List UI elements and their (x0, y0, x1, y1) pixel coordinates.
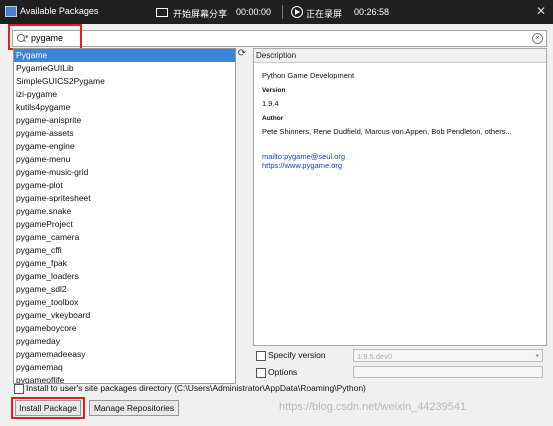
package-list-items: Pygame PygameGUILib SimpleGUICS2Pygame izi-… (14, 49, 235, 383)
search-input[interactable]: ▾ pygame × (12, 30, 547, 47)
list-item[interactable]: pygame-engine (14, 140, 235, 153)
window-title: Available Packages (20, 6, 99, 16)
recording-status-label: 正在录屏 (306, 9, 343, 19)
search-highlight-annotation (8, 24, 82, 50)
list-item[interactable]: pygame.snake (14, 205, 235, 218)
homepage-link[interactable]: https://www.pygame.org (262, 161, 342, 170)
manage-repositories-button[interactable]: Manage Repositories (89, 400, 179, 416)
watermark: https://blog.csdn.net/weixin_44239541 (279, 401, 467, 413)
list-item[interactable]: pygame-plot (14, 179, 235, 192)
list-item[interactable]: pygame_camera (14, 231, 235, 244)
title-bar: Available Packages 开始屏幕分享 00:00:00 正在录屏 … (0, 0, 553, 24)
install-user-checkbox[interactable] (14, 384, 24, 394)
list-item[interactable]: pygame_toolbox (14, 296, 235, 309)
list-item[interactable]: PygameGUILib (14, 62, 235, 75)
options-checkbox[interactable] (256, 368, 266, 378)
refresh-icon[interactable]: ⟳ (236, 48, 248, 60)
screen-share-label[interactable]: 开始屏幕分享 (173, 7, 227, 20)
list-item[interactable]: pygameday (14, 335, 235, 348)
list-item[interactable]: pygame-music-grid (14, 166, 235, 179)
list-item[interactable]: pygame_cffi (14, 244, 235, 257)
list-item[interactable]: pygame-assets (14, 127, 235, 140)
screen-share-icon[interactable] (156, 8, 168, 17)
version-select-value: 1.9.5.dev0 (357, 352, 393, 361)
list-item[interactable]: pygame-spritesheet (14, 192, 235, 205)
options-field[interactable] (353, 366, 543, 378)
share-timer: 00:00:00 (236, 7, 272, 17)
install-highlight-annotation (11, 397, 85, 419)
recording-timer: 00:26:58 (354, 7, 390, 17)
close-icon[interactable]: ✕ (536, 4, 546, 18)
recording-play-icon[interactable] (291, 6, 303, 18)
recording-divider (282, 5, 283, 19)
author-value: Pete Shinners, Rene Dudfield, Marcus von… (262, 127, 512, 136)
list-item[interactable]: pygame_vkeyboard (14, 309, 235, 322)
description-panel: Description Python Game Development Vers… (253, 48, 547, 346)
package-summary: Python Game Development (262, 71, 355, 80)
author-heading: Author (262, 115, 284, 122)
list-item[interactable]: pygameProject (14, 218, 235, 231)
list-item[interactable]: pygameboycore (14, 322, 235, 335)
clear-search-icon[interactable]: × (532, 33, 543, 44)
list-item[interactable]: Pygame (14, 49, 235, 62)
chevron-down-icon[interactable]: ▾ (535, 350, 539, 363)
list-item[interactable]: pygame_sdl2 (14, 283, 235, 296)
list-item[interactable]: pygamemadeeasy (14, 348, 235, 361)
specify-version-label[interactable]: Specify version (268, 350, 326, 360)
list-item[interactable]: pygame_loaders (14, 270, 235, 283)
list-item[interactable]: pygame-menu (14, 153, 235, 166)
list-item[interactable]: pygame-anisprite (14, 114, 235, 127)
list-item[interactable]: pygamemaq (14, 361, 235, 374)
version-value: 1.9.4 (262, 99, 279, 108)
specify-version-checkbox[interactable] (256, 351, 266, 361)
package-list[interactable]: Pygame PygameGUILib SimpleGUICS2Pygame izi-… (13, 48, 236, 384)
list-item[interactable]: SimpleGUICS2Pygame (14, 75, 235, 88)
version-select[interactable]: 1.9.5.dev0 ▾ (353, 349, 543, 362)
app-icon (5, 6, 17, 17)
list-item[interactable]: pygame_fpak (14, 257, 235, 270)
description-header: Description (254, 49, 546, 63)
list-item[interactable]: kutils4pygame (14, 101, 235, 114)
version-heading: Version (262, 87, 286, 94)
email-link[interactable]: mailto:pygame@seul.org (262, 152, 345, 161)
options-label[interactable]: Options (268, 367, 297, 377)
install-user-label[interactable]: Install to user's site packages director… (26, 383, 366, 393)
list-item[interactable]: izi-pygame (14, 88, 235, 101)
